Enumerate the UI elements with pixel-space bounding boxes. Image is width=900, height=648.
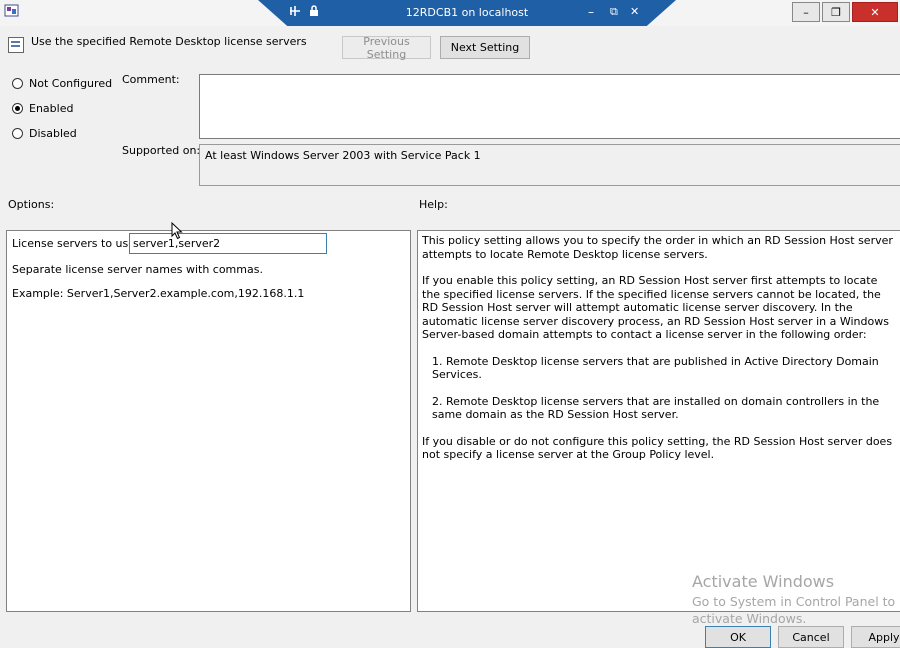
options-panel: License servers to use: server1,server2 … [6, 230, 411, 612]
policy-title: Use the specified Remote Desktop license… [31, 35, 307, 48]
activate-watermark-title: Activate Windows [692, 572, 835, 591]
rdp-connection-bar[interactable]: 12RDCB1 on localhost – ⧉ ✕ [258, 0, 676, 26]
policy-setting-icon [8, 37, 24, 53]
ok-button[interactable]: OK [705, 626, 771, 648]
radio-disabled[interactable]: Disabled [12, 127, 77, 140]
license-servers-label: License servers to use: [12, 237, 139, 250]
supported-on-box: At least Windows Server 2003 with Servic… [199, 144, 900, 186]
help-paragraph: If you disable or do not configure this … [422, 434, 893, 462]
next-setting-button[interactable]: Next Setting [440, 36, 530, 59]
radio-disabled-indicator[interactable] [12, 128, 23, 139]
license-servers-input[interactable]: server1,server2 [129, 233, 327, 254]
help-paragraph: If you enable this policy setting, an RD… [422, 274, 889, 341]
apply-button[interactable]: Apply [851, 626, 900, 648]
separator-note: Separate license server names with comma… [12, 263, 263, 276]
radio-not-configured-indicator[interactable] [12, 78, 23, 89]
radio-enabled-indicator[interactable] [12, 103, 23, 114]
help-list-item: 2. Remote Desktop license servers that a… [432, 394, 880, 422]
cursor-icon [171, 222, 183, 240]
comment-textarea[interactable] [199, 74, 900, 139]
rdp-minimize-icon[interactable]: – [588, 4, 594, 20]
help-paragraph: This policy setting allows you to specif… [422, 234, 893, 261]
activate-watermark-line: Go to System in Control Panel to [692, 594, 896, 609]
help-heading: Help: [419, 198, 448, 211]
radio-disabled-label: Disabled [29, 127, 77, 140]
options-heading: Options: [8, 198, 55, 211]
cancel-button[interactable]: Cancel [778, 626, 844, 648]
radio-enabled[interactable]: Enabled [12, 102, 73, 115]
help-list-item: 1. Remote Desktop license servers that a… [432, 354, 879, 382]
close-button[interactable]: ✕ [852, 2, 898, 22]
example-text: Example: Server1,Server2.example.com,192… [12, 287, 305, 300]
window-controls: – ❐ ✕ [790, 2, 898, 22]
radio-not-configured[interactable]: Not Configured [12, 77, 112, 90]
comment-label: Comment: [122, 73, 180, 86]
app-icon [4, 4, 19, 17]
radio-not-configured-label: Not Configured [29, 77, 113, 90]
rdp-restore-icon[interactable]: ⧉ [610, 4, 618, 20]
help-panel: This policy setting allows you to specif… [417, 230, 900, 612]
previous-setting-button[interactable]: Previous Setting [342, 35, 431, 61]
rdp-close-icon[interactable]: ✕ [630, 4, 639, 20]
supported-on-label: Supported on: [122, 144, 201, 157]
supported-on-value: At least Windows Server 2003 with Servic… [205, 149, 481, 162]
restore-button[interactable]: ❐ [822, 2, 850, 22]
activate-watermark-line: activate Windows. [692, 611, 807, 626]
radio-enabled-label: Enabled [29, 102, 74, 115]
minimize-button[interactable]: – [792, 2, 820, 22]
